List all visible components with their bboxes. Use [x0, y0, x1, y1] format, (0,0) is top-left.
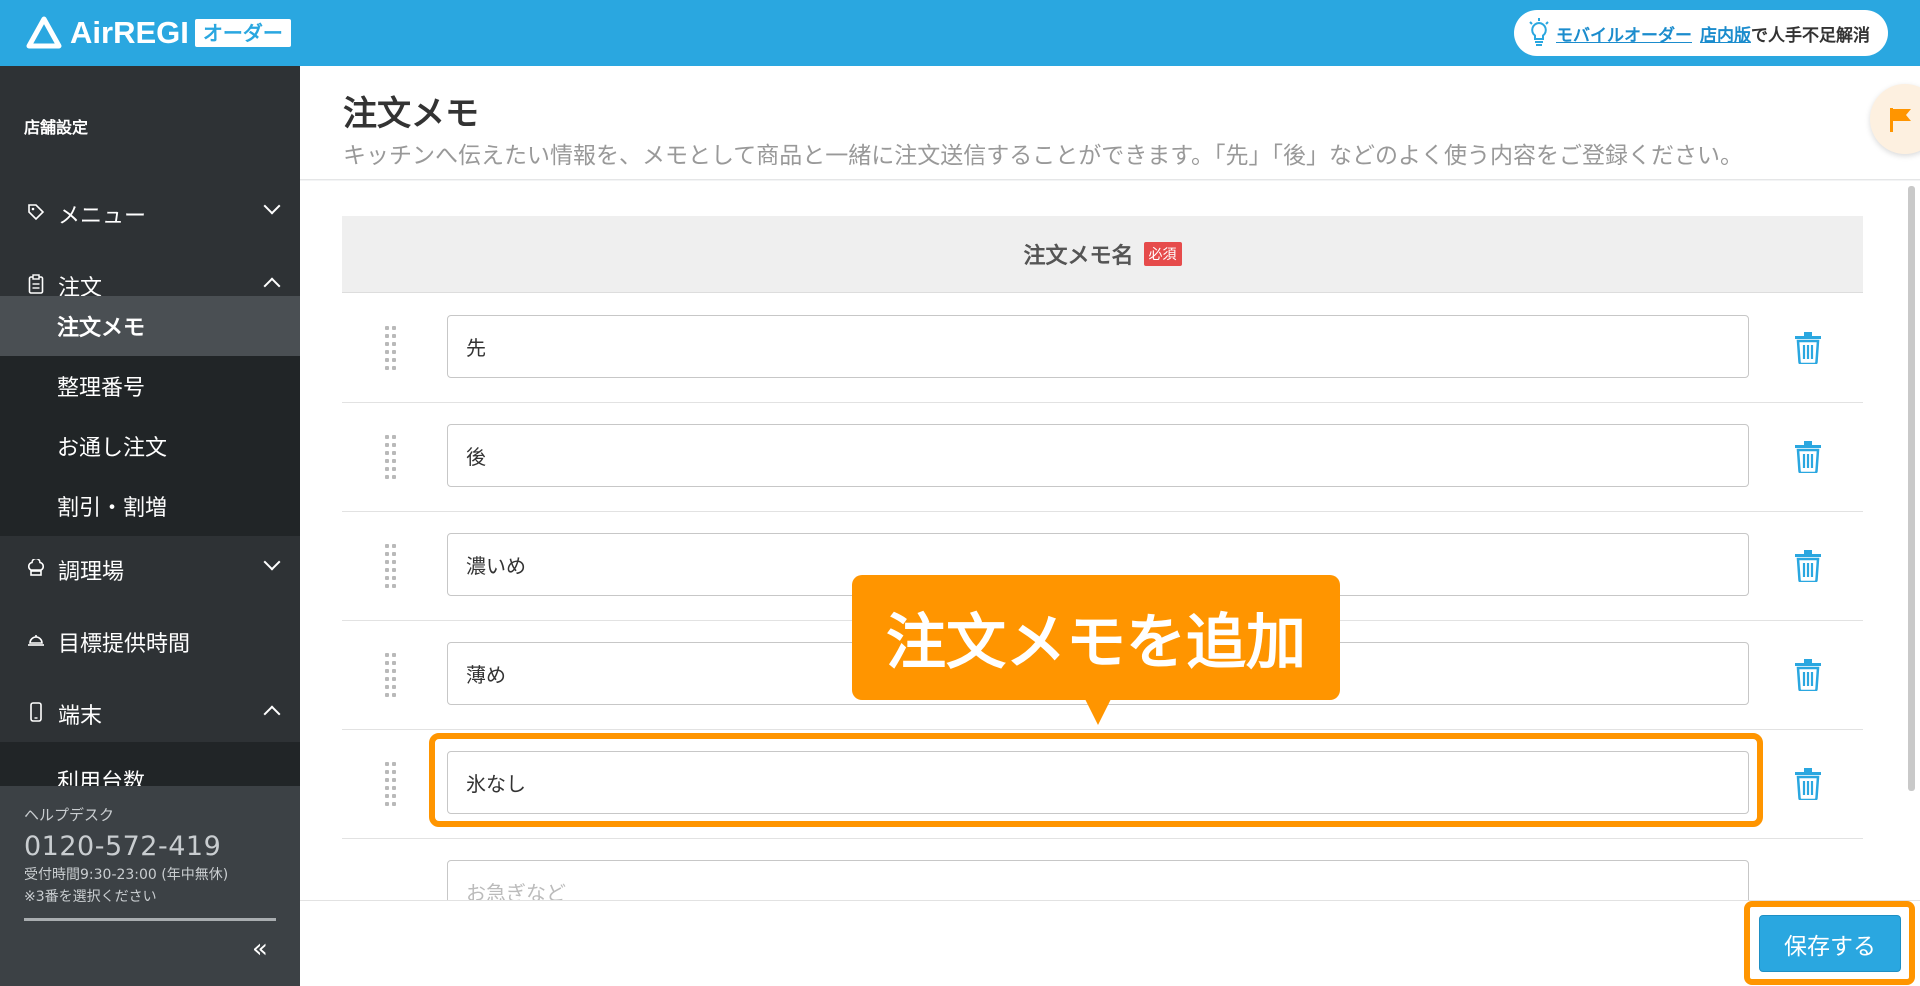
- memo-name-input[interactable]: 先: [447, 315, 1749, 378]
- sidebar-subitem-order-memo[interactable]: 注文メモ: [0, 296, 300, 356]
- trash-icon[interactable]: [1794, 441, 1822, 473]
- trash-icon[interactable]: [1794, 768, 1822, 800]
- chevron-down-icon: [263, 197, 281, 215]
- drag-handle-icon[interactable]: [385, 762, 397, 808]
- required-badge: 必須: [1143, 242, 1182, 266]
- sidebar-subitem-appetizer-order[interactable]: お通し注文: [0, 416, 300, 476]
- new-memo-input[interactable]: お急ぎなど: [447, 860, 1749, 900]
- feedback-flag-button[interactable]: [1870, 84, 1920, 154]
- save-button[interactable]: 保存する: [1759, 915, 1901, 972]
- sidebar-section-title: 店舗設定: [24, 118, 89, 137]
- helpdesk-phone: 0120-572-419: [24, 831, 222, 862]
- lightbulb-icon: [1529, 18, 1549, 46]
- divider: [24, 918, 276, 921]
- table-row: 後: [342, 403, 1863, 512]
- sidebar-item-terminal[interactable]: 端末: [0, 686, 300, 742]
- drag-handle-icon[interactable]: [385, 326, 397, 372]
- table-row: 先: [342, 294, 1863, 403]
- sidebar-subitem-ticket-number[interactable]: 整理番号: [0, 356, 300, 416]
- chevron-up-icon: [263, 705, 281, 723]
- page-header: 注文メモ キッチンへ伝えたい情報を、メモとして商品と一緒に注文送信することができ…: [300, 66, 1920, 180]
- sidebar-item-label: 目標提供時間: [58, 632, 191, 657]
- sidebar-item-label: メニュー: [58, 204, 147, 229]
- promo-text: で人手不足解消: [1751, 25, 1870, 46]
- table-header: 注文メモ名 必須: [342, 216, 1863, 293]
- phone-icon: [26, 701, 46, 727]
- sidebar-item-kitchen[interactable]: 調理場: [0, 542, 300, 598]
- trash-icon[interactable]: [1794, 659, 1822, 691]
- sidebar-subitem-label: 利用台数: [57, 770, 146, 786]
- sidebar-subitem-device-count[interactable]: 利用台数: [0, 742, 300, 786]
- trash-icon[interactable]: [1794, 332, 1822, 364]
- scrollbar[interactable]: [1908, 186, 1915, 791]
- footer-bar: [300, 900, 1920, 986]
- page-title: 注文メモ: [343, 94, 479, 134]
- memo-name-input[interactable]: 後: [447, 424, 1749, 487]
- tag-icon: [26, 203, 46, 226]
- cloche-icon: [26, 632, 46, 653]
- promo-link-mobile-order[interactable]: モバイルオーダー: [1556, 21, 1692, 46]
- column-header-memo-name: 注文メモ名: [1023, 244, 1134, 269]
- table-row-new: お急ぎなど: [342, 839, 1863, 900]
- sidebar-item-label: 端末: [58, 704, 103, 729]
- sidebar-item-label: 調理場: [58, 560, 125, 585]
- flag-icon: [1890, 108, 1911, 132]
- helpdesk-note: ※3番を選択ください: [24, 889, 157, 905]
- chevron-up-icon: [263, 277, 281, 295]
- logo-triangle-icon: [26, 16, 62, 49]
- callout-pointer: [1085, 699, 1111, 725]
- page-description: キッチンへ伝えたい情報を、メモとして商品と一緒に注文送信することができます。「先…: [343, 143, 1744, 169]
- drag-handle-icon[interactable]: [385, 544, 397, 590]
- trash-icon[interactable]: [1794, 550, 1822, 582]
- airregi-logo[interactable]: AirREGI オーダー: [26, 14, 291, 52]
- chevron-down-icon: [263, 553, 281, 571]
- logo-badge: オーダー: [194, 19, 291, 47]
- sidebar-item-target-time[interactable]: 目標提供時間: [0, 614, 300, 670]
- clipboard-icon: [26, 273, 46, 299]
- helpdesk-label: ヘルプデスク: [24, 806, 115, 824]
- highlight-frame: [429, 733, 1763, 827]
- app-header: AirREGI オーダー モバイルオーダー 店内版 で人手不足解消: [0, 0, 1920, 66]
- promo-link-instore[interactable]: 店内版: [1700, 21, 1751, 46]
- helpdesk-hours: 受付時間9:30-23:00 (年中無休): [24, 867, 229, 883]
- sidebar: 店舗設定 メニュー 注文 注文メモ 整理番号 お通し注文 割引・割増 調理場 目…: [0, 66, 300, 986]
- collapse-sidebar-icon[interactable]: «: [252, 934, 268, 964]
- callout-tooltip: 注文メモを追加: [852, 575, 1340, 700]
- mobile-order-promo[interactable]: モバイルオーダー 店内版 で人手不足解消: [1514, 10, 1888, 56]
- chef-hat-icon: [26, 557, 46, 582]
- logo-text: AirREGI: [70, 15, 189, 50]
- sidebar-subitem-discount[interactable]: 割引・割増: [0, 476, 300, 536]
- drag-handle-icon[interactable]: [385, 653, 397, 699]
- sidebar-item-menu[interactable]: メニュー: [0, 186, 300, 242]
- drag-handle-icon[interactable]: [385, 435, 397, 481]
